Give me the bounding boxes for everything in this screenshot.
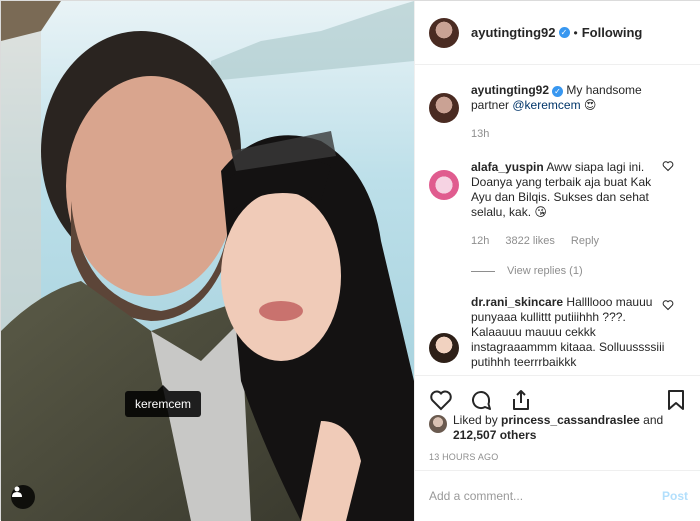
view-replies-label: View replies (1) [507,265,583,277]
like-comment-heart-icon[interactable] [662,299,674,311]
add-comment-bar: Post [415,470,700,521]
post-header: ayutingting92 ✓ • Following [415,1,700,65]
verified-icon: ✓ [552,86,564,97]
bookmark-icon[interactable] [664,388,688,412]
caption-body: ayutingting92 ✓ My handsome partner @kere… [471,83,671,142]
author-avatar[interactable] [429,17,459,48]
following-button[interactable]: Following [582,25,643,40]
caption-time[interactable]: 13h [471,127,489,142]
reply-button[interactable]: Reply [571,234,599,249]
header-separator: • [573,25,578,40]
caption-meta: 13h [471,127,671,142]
comment-username[interactable]: dr.rani_skincare [471,295,563,309]
comment-time[interactable]: 12h [471,234,489,249]
comment-body: alafa_yuspin Aww siapa lagi ini. Doanya … [471,160,671,249]
post-modal: keremcem ayutingting92 ✓ • Following ayu… [0,0,700,521]
post-side-panel: ayutingting92 ✓ • Following ayutingting9… [414,1,700,521]
verified-icon: ✓ [558,27,570,38]
liked-by-user[interactable]: princess_cassandraslee [501,413,640,427]
caption-emoji: 😍 [583,98,597,112]
tagged-people-button[interactable] [11,485,35,509]
liked-by-prefix: Liked by [453,413,498,427]
share-icon[interactable] [509,388,533,412]
liker-avatar[interactable] [429,415,447,433]
comment: dr.rani_skincare Hallllooo mauuu punyaaa… [429,295,688,370]
comment-likes[interactable]: 3822 likes [505,234,555,249]
user-tag-chip[interactable]: keremcem [125,385,202,417]
post-date[interactable]: 13 HOURS AGO [429,452,498,462]
post-actions [415,375,700,415]
caption: ayutingting92 ✓ My handsome partner @kere… [429,83,688,142]
comments-list[interactable]: ayutingting92 ✓ My handsome partner @kere… [415,65,700,375]
comment-input[interactable] [429,489,662,503]
view-replies-button[interactable]: View replies (1) [471,265,688,277]
comment-avatar[interactable] [429,333,459,363]
comment: alafa_yuspin Aww siapa lagi ini. Doanya … [429,160,688,249]
post-comment-button[interactable]: Post [662,489,688,503]
comment-bubble-icon[interactable] [469,388,493,412]
like-heart-icon[interactable] [429,388,453,412]
person-icon [12,486,22,497]
liked-by-count[interactable]: 212,507 others [453,428,536,442]
photo-illustration [1,1,414,521]
caption-avatar[interactable] [429,93,459,123]
comment-avatar[interactable] [429,170,459,200]
user-tag-label: keremcem [135,397,192,411]
liked-by: Liked by princess_cassandraslee and 212,… [429,413,689,443]
like-comment-heart-icon[interactable] [662,160,674,172]
liked-by-and: and [643,413,664,427]
view-replies-line [471,270,495,272]
post-photo[interactable]: keremcem [1,1,414,521]
liked-by-text: Liked by princess_cassandraslee and 212,… [453,413,663,443]
caption-username[interactable]: ayutingting92 [471,83,549,97]
author-username[interactable]: ayutingting92 [471,25,556,40]
comment-meta: 12h 3822 likes Reply [471,234,671,249]
caption-mention[interactable]: @keremcem [512,98,580,112]
comment-username[interactable]: alafa_yuspin [471,160,544,174]
comment-body: dr.rani_skincare Hallllooo mauuu punyaaa… [471,295,671,370]
